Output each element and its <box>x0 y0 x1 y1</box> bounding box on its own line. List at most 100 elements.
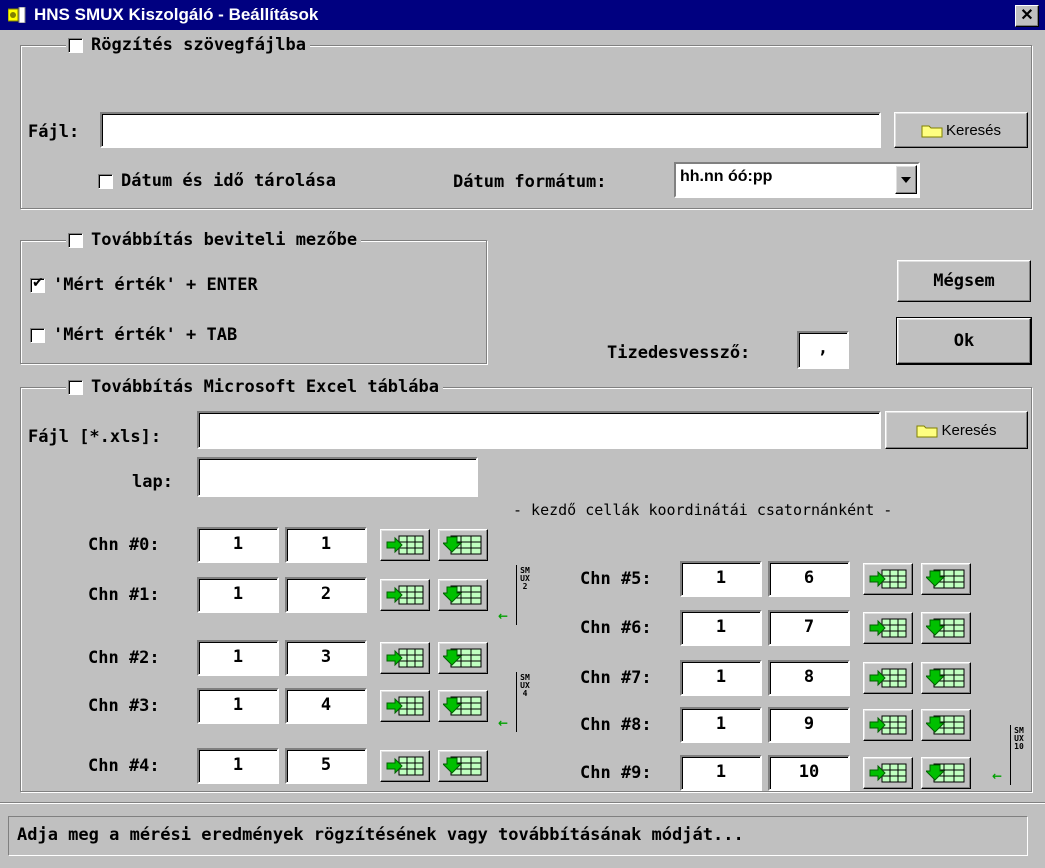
channel-step-down-button[interactable] <box>921 709 971 741</box>
channel-col-input[interactable]: 7 <box>768 610 850 646</box>
channel-step-down-button[interactable] <box>438 529 488 561</box>
tab-option[interactable]: 'Mért érték' + TAB <box>28 325 241 345</box>
channel-step-right-button[interactable] <box>863 563 913 595</box>
enter-checkbox[interactable] <box>30 275 45 293</box>
excel-browse-button[interactable]: Keresés <box>885 411 1028 449</box>
coordinates-hint: - kezdő cellák koordinátái csatornánként… <box>513 501 893 519</box>
decimal-label: Tizedesvessző: <box>607 343 751 363</box>
status-bar: Adja meg a mérési eredmények rögzítéséne… <box>8 816 1028 856</box>
title-bar[interactable]: HNS SMUX Kiszolgáló - Beállítások ✕ <box>0 0 1045 30</box>
channel-row-input[interactable]: 1 <box>680 660 762 696</box>
smux-bracket <box>516 565 517 625</box>
channel-label: Chn #7: <box>580 668 652 688</box>
arrow-right-table-icon <box>386 756 424 776</box>
smux-return-arrow-icon: ← <box>498 716 509 730</box>
channel-label: Chn #2: <box>88 648 160 668</box>
channel-row-input[interactable]: 1 <box>680 561 762 597</box>
forward-input-checkbox[interactable] <box>68 232 83 248</box>
enter-option[interactable]: 'Mért érték' + ENTER <box>28 275 262 295</box>
channel-col-input[interactable]: 4 <box>285 688 367 724</box>
channel-row-input[interactable]: 1 <box>197 748 279 784</box>
arrow-down-table-icon <box>926 668 965 688</box>
arrow-down-table-icon <box>443 648 482 668</box>
excel-legend: Továbbítás Microsoft Excel táblába <box>66 377 443 397</box>
channel-row-input[interactable]: 1 <box>680 707 762 743</box>
channel-label: Chn #4: <box>88 756 160 776</box>
channel-col-input[interactable]: 10 <box>768 755 850 791</box>
channel-step-right-button[interactable] <box>380 579 430 611</box>
channel-step-down-button[interactable] <box>438 579 488 611</box>
smux-return-arrow-icon: ← <box>498 609 509 623</box>
channel-step-down-button[interactable] <box>438 690 488 722</box>
status-text: Adja meg a mérési eredmények rögzítéséne… <box>17 825 744 845</box>
channel-col-input[interactable]: 8 <box>768 660 850 696</box>
channel-step-right-button[interactable] <box>863 662 913 694</box>
channel-step-down-button[interactable] <box>921 563 971 595</box>
channel-row-input[interactable]: 1 <box>197 688 279 724</box>
excel-checkbox[interactable] <box>68 379 83 395</box>
date-format-select[interactable]: hh.nn óó:pp <box>674 162 920 198</box>
channel-col-input[interactable]: 9 <box>768 707 850 743</box>
ok-button[interactable]: Ok <box>896 317 1032 365</box>
record-file-label: Fájl: <box>28 122 80 142</box>
record-file-input[interactable] <box>100 112 881 148</box>
status-separator <box>0 802 1045 804</box>
channel-label: Chn #6: <box>580 618 652 638</box>
arrow-down-table-icon <box>443 756 482 776</box>
record-checkbox[interactable] <box>68 37 83 53</box>
record-browse-button[interactable]: Keresés <box>894 112 1028 148</box>
datetime-label: Dátum és idő tárolása <box>121 171 336 191</box>
channel-step-down-button[interactable] <box>438 750 488 782</box>
forward-input-label: Továbbítás beviteli mezőbe <box>91 230 358 250</box>
channel-step-down-button[interactable] <box>438 642 488 674</box>
excel-file-input[interactable] <box>197 411 881 449</box>
excel-browse-label: Keresés <box>941 421 997 439</box>
channel-step-down-button[interactable] <box>921 662 971 694</box>
arrow-right-table-icon <box>386 585 424 605</box>
smux-label: SMUX4 <box>520 673 530 698</box>
channel-label: Chn #1: <box>88 585 160 605</box>
channel-step-down-button[interactable] <box>921 612 971 644</box>
arrow-down-table-icon <box>926 618 965 638</box>
channel-label: Chn #9: <box>580 763 652 783</box>
record-group-label: Rögzítés szövegfájlba <box>91 35 306 55</box>
channel-row-input[interactable]: 1 <box>197 640 279 676</box>
channel-step-right-button[interactable] <box>863 612 913 644</box>
smux-bracket <box>516 672 517 732</box>
folder-icon <box>921 125 943 137</box>
arrow-right-table-icon <box>869 668 907 688</box>
datetime-checkbox[interactable] <box>98 173 113 189</box>
decimal-input[interactable]: , <box>797 331 849 369</box>
arrow-right-table-icon <box>869 618 907 638</box>
arrow-right-table-icon <box>386 696 424 716</box>
channel-row-input[interactable]: 1 <box>680 755 762 791</box>
channel-step-right-button[interactable] <box>863 709 913 741</box>
channel-col-input[interactable]: 2 <box>285 577 367 613</box>
channel-step-right-button[interactable] <box>380 529 430 561</box>
channel-step-right-button[interactable] <box>380 642 430 674</box>
chevron-down-icon <box>901 176 911 183</box>
date-format-value: hh.nn óó:pp <box>680 168 773 185</box>
arrow-down-table-icon <box>926 715 965 735</box>
channel-col-input[interactable]: 1 <box>285 527 367 563</box>
datetime-row[interactable]: Dátum és idő tárolása <box>96 171 340 191</box>
channel-col-input[interactable]: 5 <box>285 748 367 784</box>
channel-row-input[interactable]: 1 <box>197 527 279 563</box>
arrow-down-table-icon <box>443 696 482 716</box>
tab-checkbox[interactable] <box>30 327 45 343</box>
cancel-button[interactable]: Mégsem <box>897 260 1031 302</box>
channel-step-right-button[interactable] <box>380 690 430 722</box>
channel-row-input[interactable]: 1 <box>680 610 762 646</box>
date-format-dropdown-button[interactable] <box>895 165 917 194</box>
channel-col-input[interactable]: 3 <box>285 640 367 676</box>
channel-step-right-button[interactable] <box>380 750 430 782</box>
sheet-input[interactable] <box>197 457 478 497</box>
close-button[interactable]: ✕ <box>1015 5 1039 27</box>
window-title: HNS SMUX Kiszolgáló - Beállítások <box>34 5 319 24</box>
channel-col-input[interactable]: 6 <box>768 561 850 597</box>
channel-step-down-button[interactable] <box>921 757 971 789</box>
channel-row-input[interactable]: 1 <box>197 577 279 613</box>
app-icon <box>8 7 26 23</box>
tab-label: 'Mért érték' + TAB <box>53 325 238 345</box>
channel-step-right-button[interactable] <box>863 757 913 789</box>
